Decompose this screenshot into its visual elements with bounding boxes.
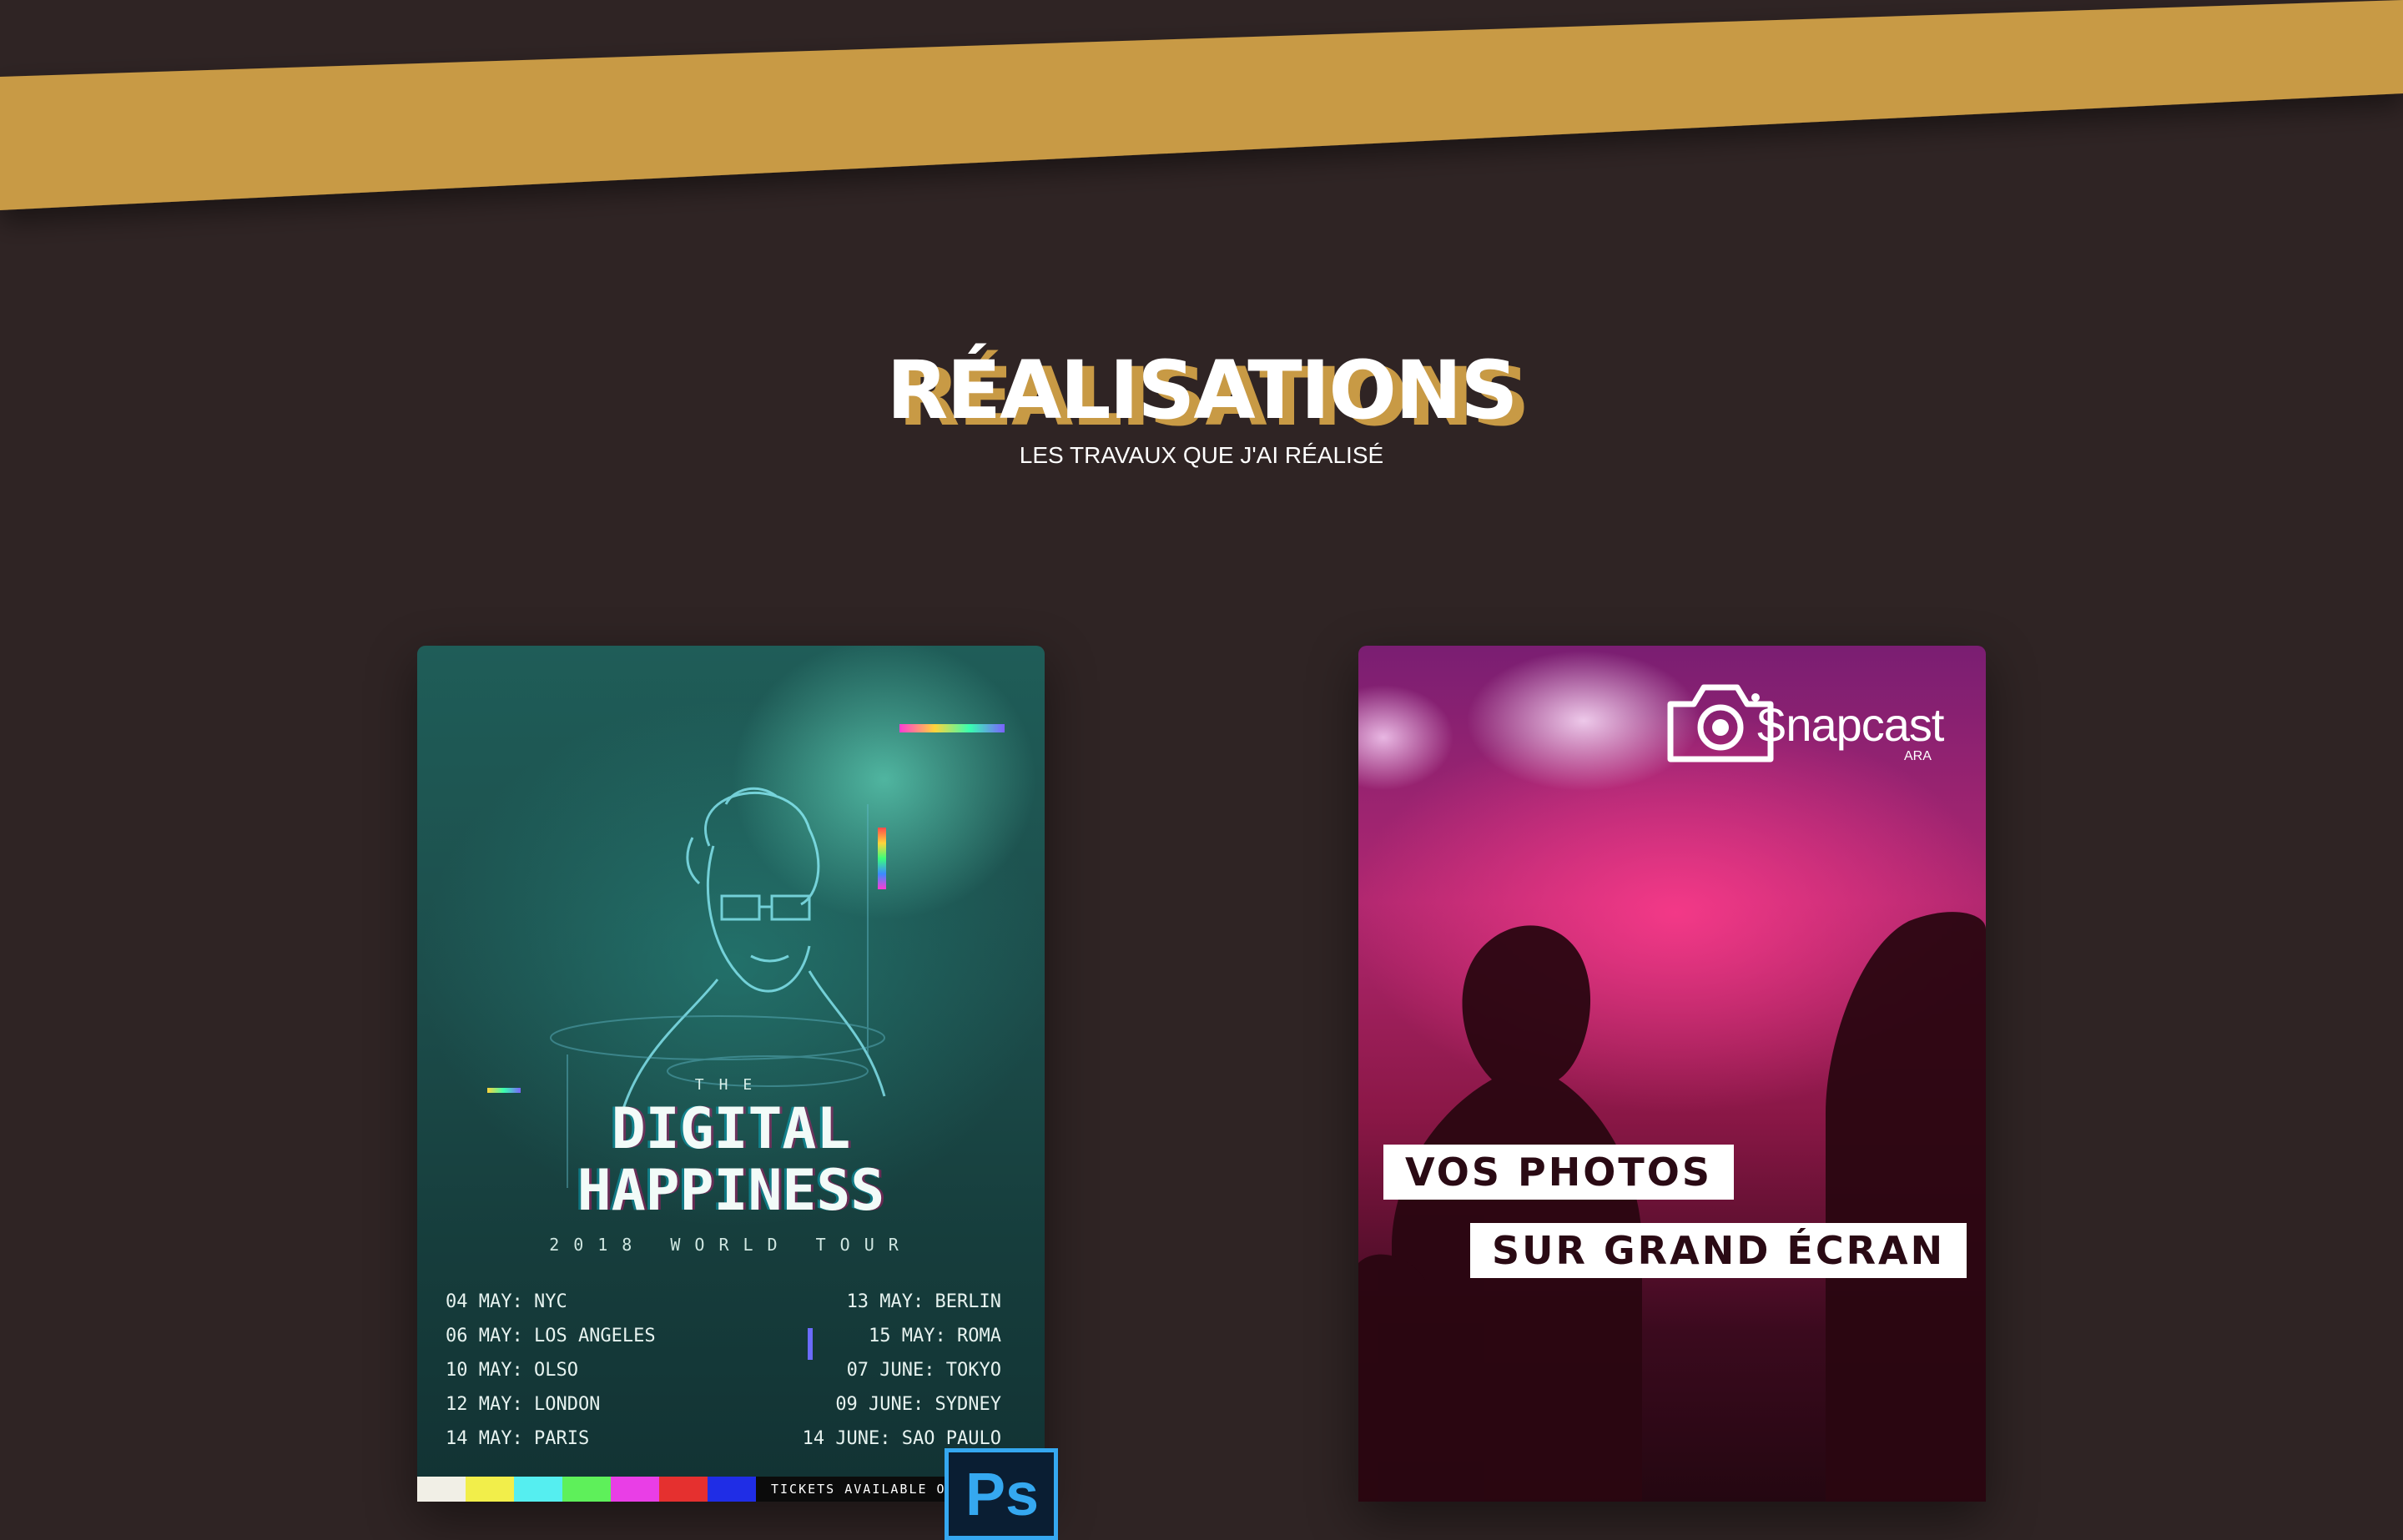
tour-dates-left: 04 MAY: NYC 06 MAY: LOS ANGELES 10 MAY: … (446, 1285, 721, 1456)
tour-date: 15 MAY: ROMA (869, 1326, 1001, 1346)
snapcast-logo: Snapcast ARA (1662, 676, 1946, 767)
crowd-silhouettes (1358, 912, 1986, 1502)
tour-date: 10 MAY: OLSO (446, 1360, 578, 1381)
section-header: RÉALISATIONS RÉALISATIONS LES TRAVAUX QU… (0, 350, 2403, 469)
test-pattern-bars (417, 1477, 756, 1502)
tour-date: 04 MAY: NYC (446, 1291, 567, 1312)
tour-dates-right: 13 MAY: BERLIN 15 MAY: ROMA 07 JUNE: TOK… (726, 1285, 1001, 1456)
glitch-strip (878, 828, 886, 889)
project-card-snapcast[interactable]: Snapcast ARA VOS PHOTOS SUR GRAND ÉCRAN (1358, 646, 1986, 1502)
section-title-text: RÉALISATIONS (886, 344, 1519, 437)
brand-name: Snapcast (1756, 698, 1944, 751)
headline-tag-2: SUR GRAND ÉCRAN (1470, 1223, 1967, 1278)
brand-sub: ARA (1904, 749, 1932, 763)
section-subtitle: LES TRAVAUX QUE J'AI RÉALISÉ (1019, 442, 1384, 468)
tour-date: 07 JUNE: TOKYO (846, 1360, 1001, 1381)
project-card-digital-happiness[interactable]: THE DIGITAL HAPPINESS 2018 WORLD TOUR 04… (417, 646, 1045, 1502)
poster-the: THE (694, 1076, 768, 1094)
poster-title-line2: HAPPINESS (577, 1158, 885, 1224)
headline-tag-1: VOS PHOTOS (1383, 1145, 1734, 1200)
tour-date: 14 MAY: PARIS (446, 1428, 590, 1449)
tour-date: 09 JUNE: SYDNEY (835, 1394, 1001, 1415)
gold-diagonal-band (0, 0, 2403, 250)
photoshop-icon: Ps (945, 1448, 1058, 1540)
poster-title-line1: DIGITAL (611, 1096, 851, 1162)
tour-date: 12 MAY: LONDON (446, 1394, 601, 1415)
poster-tour: 2018 WORLD TOUR (549, 1235, 913, 1255)
tour-date: 13 MAY: BERLIN (846, 1291, 1001, 1312)
section-title: RÉALISATIONS RÉALISATIONS (886, 344, 1530, 437)
tour-date: 06 MAY: LOS ANGELES (446, 1326, 656, 1346)
glitch-strip (899, 724, 1005, 732)
